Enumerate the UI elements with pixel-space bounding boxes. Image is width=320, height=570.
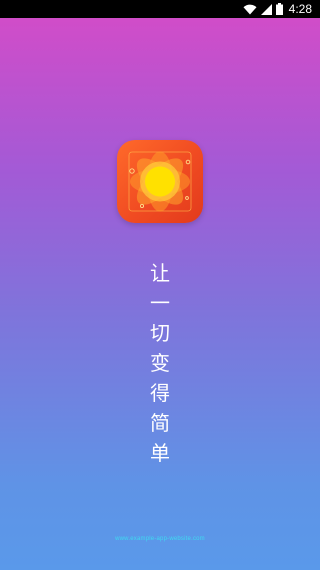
wifi-icon [243,4,257,15]
slogan-char: 变 [150,351,170,375]
slogan-char: 一 [150,291,170,315]
slogan-char: 单 [150,441,170,465]
slogan-char: 得 [150,381,170,405]
slogan-char: 切 [150,321,170,345]
status-time: 4:28 [288,2,312,16]
footer-url: www.example-app-website.com [115,536,205,542]
slogan-char: 让 [150,261,170,285]
sun-flower-icon [128,151,192,212]
slogan-char: 简 [150,411,170,435]
slogan: 让 一 切 变 得 简 单 [145,258,175,468]
status-bar: 4:28 [0,0,320,18]
signal-icon [260,3,272,15]
battery-icon [275,3,283,15]
app-logo [117,140,203,223]
